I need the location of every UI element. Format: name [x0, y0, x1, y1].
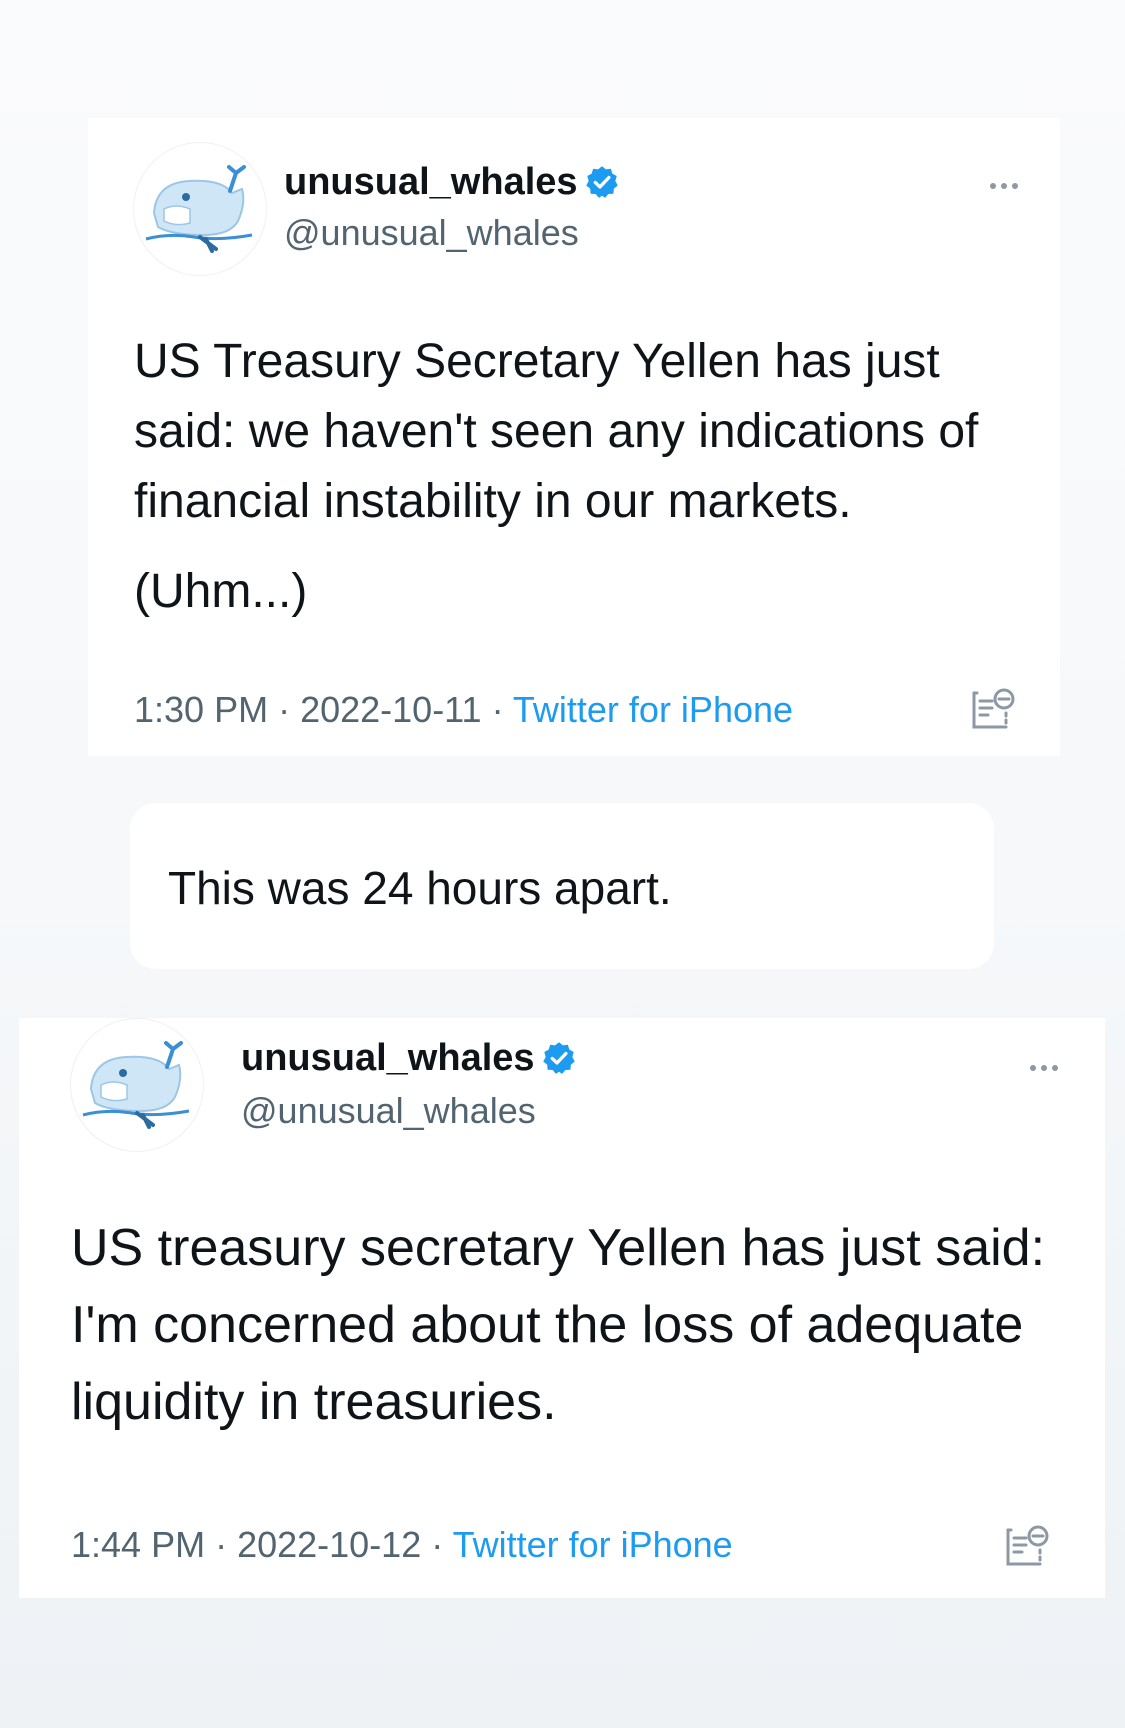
tweet-date[interactable]: 2022-10-12	[237, 1524, 421, 1565]
verified-badge-icon	[542, 1042, 575, 1074]
tweet-card[interactable]: unusual_whales @unusual_whales US treasu…	[19, 1018, 1105, 1598]
tweet-source-link[interactable]: Twitter for iPhone	[513, 689, 793, 730]
reader-view-icon[interactable]	[1002, 1522, 1050, 1570]
more-options-icon[interactable]	[990, 176, 1030, 190]
caption-text: This was 24 hours apart.	[168, 862, 672, 914]
meta-separator: ·	[421, 1524, 453, 1565]
display-name[interactable]: unusual_whales	[241, 1036, 577, 1080]
display-name[interactable]: unusual_whales	[284, 160, 620, 204]
handle[interactable]: @unusual_whales	[241, 1090, 536, 1132]
whale-logo-icon[interactable]	[133, 142, 267, 276]
tweet-text: US treasury secretary Yellen has just sa…	[71, 1219, 1046, 1431]
verified-badge-icon	[585, 166, 618, 198]
tweet-time[interactable]: 1:44 PM	[71, 1524, 205, 1565]
tweet-meta: 1:44 PM · 2022-10-12 · Twitter for iPhon…	[71, 1524, 733, 1566]
tweet-card[interactable]: unusual_whales @unusual_whales US Treasu…	[88, 118, 1060, 756]
tweet-text-tail: (Uhm...)	[134, 565, 308, 618]
handle[interactable]: @unusual_whales	[284, 212, 579, 254]
meta-separator: ·	[481, 689, 513, 730]
whale-logo-icon[interactable]	[70, 1018, 204, 1152]
reader-view-icon[interactable]	[968, 685, 1016, 733]
meta-separator: ·	[205, 1524, 238, 1565]
tweet-date[interactable]: 2022-10-11	[300, 689, 481, 730]
tweet-source-link[interactable]: Twitter for iPhone	[453, 1524, 733, 1565]
display-name-text[interactable]: unusual_whales	[241, 1037, 535, 1079]
tweet-time[interactable]: 1:30 PM	[134, 689, 268, 730]
more-options-icon[interactable]	[1030, 1058, 1070, 1072]
tweet-meta: 1:30 PM · 2022-10-11 · Twitter for iPhon…	[134, 689, 793, 731]
display-name-text[interactable]: unusual_whales	[284, 161, 578, 203]
tweet-text: US Treasury Secretary Yellen has just sa…	[134, 335, 979, 528]
caption-box: This was 24 hours apart.	[130, 803, 994, 969]
meta-separator: ·	[268, 689, 301, 730]
